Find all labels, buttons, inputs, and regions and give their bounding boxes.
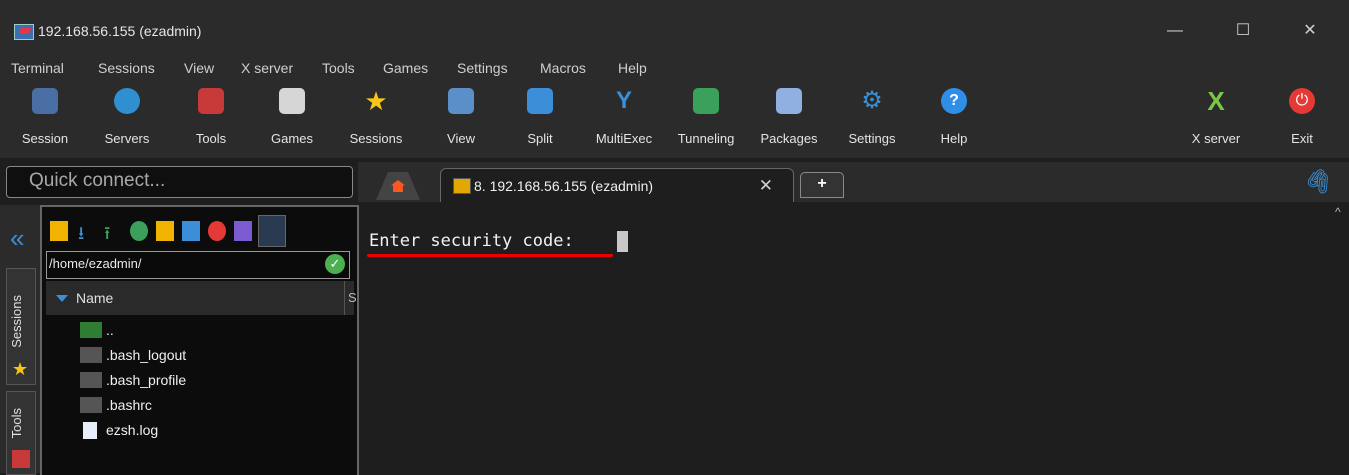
menu-games[interactable]: Games: [383, 60, 428, 76]
session-tab-title: 8. 192.168.56.155 (ezadmin): [474, 178, 654, 194]
file-list: .. .bash_logout .bash_profile .bashrc ez…: [46, 319, 348, 444]
tab-strip: 8. 192.168.56.155 (ezadmin) ✕ + 🖇: [358, 162, 1349, 203]
menu-macros[interactable]: Macros: [540, 60, 586, 76]
list-item[interactable]: ..: [46, 319, 348, 344]
quick-connect-input[interactable]: Quick connect...: [6, 166, 353, 198]
servers-icon: [114, 88, 140, 114]
sort-descending-icon: [56, 295, 68, 302]
window-title: 192.168.56.155 (ezadmin): [38, 23, 202, 39]
packages-icon: [776, 88, 802, 114]
list-item[interactable]: .bash_logout: [46, 344, 348, 369]
column-separator[interactable]: [344, 281, 345, 315]
tab-tools-label: Tools: [9, 407, 24, 438]
servers-button[interactable]: Servers: [96, 88, 158, 154]
menu-help[interactable]: Help: [618, 60, 647, 76]
multiexec-button[interactable]: Y MultiExec: [589, 88, 659, 154]
log-file-icon: [83, 422, 97, 439]
sftp-path-input[interactable]: /home/ezadmin/ ✓: [46, 251, 350, 279]
star-icon: ★: [364, 86, 388, 116]
side-tab-strip: « Sessions ★ Tools: [0, 205, 40, 475]
red-highlight-underline: [367, 254, 613, 257]
tunneling-icon: [693, 88, 719, 114]
terminal-cursor: [617, 231, 628, 252]
main-toolbar: Session Servers Tools Games ★ Sessions V…: [0, 82, 1349, 158]
view-button[interactable]: View: [430, 88, 492, 154]
close-tab-button[interactable]: ✕: [759, 176, 773, 196]
settings-icon: ⚙: [861, 87, 883, 114]
menu-terminal[interactable]: Terminal: [11, 60, 64, 76]
sftp-browser: ⭳ ⭱ /home/ezadmin/ ✓ Name S .. .bash_log…: [40, 205, 359, 475]
multiexec-icon: Y: [615, 87, 632, 114]
menu-view[interactable]: View: [184, 60, 214, 76]
rename-icon[interactable]: [234, 221, 252, 241]
menu-bar: Terminal Sessions View X server Tools Ga…: [0, 58, 1349, 82]
sftp-path-text: /home/ezadmin/: [49, 256, 142, 271]
games-icon: [279, 88, 305, 114]
download-icon[interactable]: ⭳: [78, 221, 96, 243]
sessions-button[interactable]: ★ Sessions: [342, 88, 410, 154]
minimize-button[interactable]: —: [1160, 20, 1190, 42]
split-icon: [527, 88, 553, 114]
help-button[interactable]: ? Help: [926, 88, 982, 154]
file-icon: [80, 347, 102, 363]
maximize-button[interactable]: ☐: [1228, 20, 1258, 42]
follow-terminal-icon[interactable]: [258, 215, 286, 247]
ssh-key-icon: [453, 178, 471, 194]
column-name[interactable]: Name: [76, 290, 113, 306]
menu-settings[interactable]: Settings: [457, 60, 508, 76]
mobaxterm-logo-icon: [14, 24, 34, 40]
star-icon: ★: [12, 359, 29, 379]
tab-home[interactable]: [376, 172, 420, 200]
terminal-prompt: Enter security code:: [369, 231, 584, 251]
quick-connect-placeholder: Quick connect...: [29, 170, 166, 191]
session-button[interactable]: Session: [14, 88, 76, 154]
new-tab-button[interactable]: +: [800, 172, 844, 198]
tools-icon: [198, 88, 224, 114]
path-ok-icon[interactable]: ✓: [325, 254, 345, 274]
tools-icon: [12, 450, 30, 468]
scroll-up-icon[interactable]: ^: [1335, 205, 1341, 219]
split-button[interactable]: Split: [509, 88, 571, 154]
menu-tools[interactable]: Tools: [322, 60, 355, 76]
file-icon: [80, 372, 102, 388]
collapse-sidebar-button[interactable]: «: [10, 223, 24, 254]
attachment-icon[interactable]: 🖇: [1301, 164, 1337, 198]
settings-button[interactable]: ⚙ Settings: [839, 88, 905, 154]
tab-tools[interactable]: Tools: [6, 391, 36, 475]
close-window-button[interactable]: ✕: [1295, 20, 1325, 42]
power-icon: ⏻: [1289, 88, 1315, 114]
exit-button[interactable]: ⏻ Exit: [1282, 88, 1322, 154]
column-size[interactable]: S: [348, 290, 357, 305]
menu-xserver[interactable]: X server: [241, 60, 293, 76]
file-column-header[interactable]: Name S: [46, 281, 357, 315]
xserver-icon: X: [1207, 86, 1225, 116]
tab-sessions-label: Sessions: [9, 295, 24, 348]
session-icon: [32, 88, 58, 114]
help-icon: ?: [941, 88, 967, 114]
xserver-button[interactable]: X X server: [1183, 88, 1249, 154]
list-item[interactable]: .bashrc: [46, 394, 348, 419]
view-icon: [448, 88, 474, 114]
games-button[interactable]: Games: [261, 88, 323, 154]
file-icon: [80, 397, 102, 413]
new-folder-icon[interactable]: [156, 221, 174, 241]
tab-session-8[interactable]: 8. 192.168.56.155 (ezadmin) ✕: [440, 168, 794, 203]
refresh-icon[interactable]: [130, 221, 148, 241]
parent-folder-icon[interactable]: [50, 221, 68, 241]
upload-icon[interactable]: ⭱: [104, 221, 122, 243]
parent-folder-icon: [80, 322, 102, 338]
title-bar: 192.168.56.155 (ezadmin) — ☐ ✕: [0, 0, 1349, 58]
home-icon: [391, 180, 405, 192]
delete-icon[interactable]: [208, 221, 226, 241]
list-item[interactable]: ezsh.log: [46, 419, 348, 444]
terminal-scrollbar[interactable]: ^: [1332, 202, 1349, 473]
menu-sessions[interactable]: Sessions: [98, 60, 155, 76]
new-file-icon[interactable]: [182, 221, 200, 241]
tab-sessions[interactable]: Sessions ★: [6, 268, 36, 385]
packages-button[interactable]: Packages: [753, 88, 825, 154]
tunneling-button[interactable]: Tunneling: [670, 88, 742, 154]
list-item[interactable]: .bash_profile: [46, 369, 348, 394]
terminal-pane[interactable]: Enter security code:: [360, 202, 1332, 473]
tools-button[interactable]: Tools: [180, 88, 242, 154]
